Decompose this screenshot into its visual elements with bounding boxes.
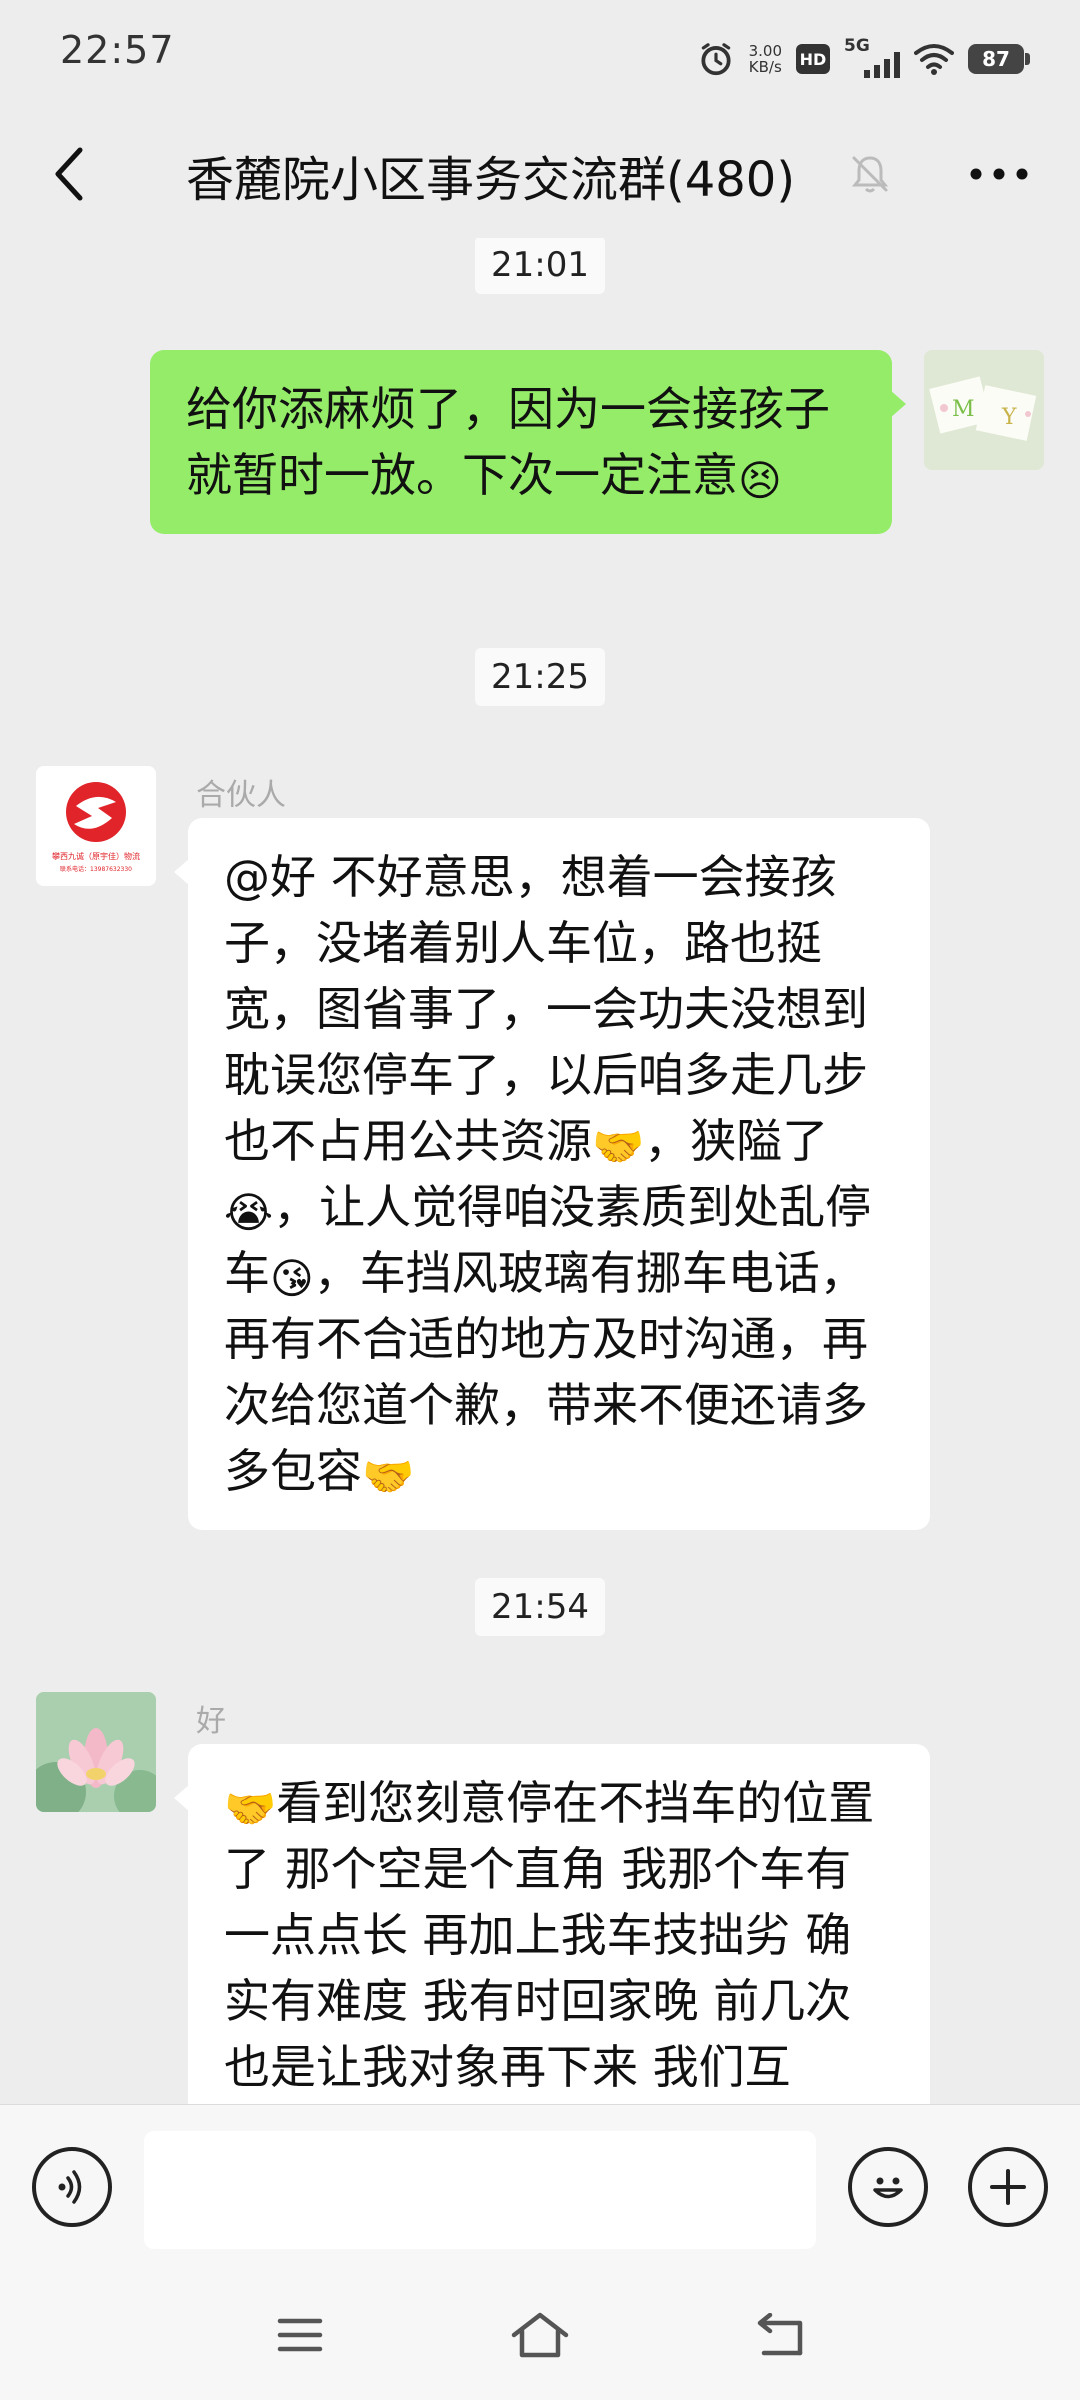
battery-level: 87 xyxy=(982,47,1010,71)
my-avatar-image: M Y xyxy=(924,350,1044,470)
cell-signal-icon: 5G xyxy=(844,36,900,78)
voice-icon xyxy=(58,2170,82,2204)
svg-text:M: M xyxy=(952,397,975,422)
timestamp: 21:54 xyxy=(475,1578,605,1636)
more-icon xyxy=(970,168,1028,180)
hd-badge: HD xyxy=(796,44,830,74)
net-speed-unit: KB/s xyxy=(748,58,782,76)
alarm-icon xyxy=(701,43,731,76)
system-nav-bar xyxy=(0,2274,1080,2400)
sender-avatar-partner[interactable]: 攀西九诚（原宇佳）物流 联系电话：13987632330 xyxy=(36,766,156,886)
incoming-message-bubble[interactable]: 🤝看到您刻意停在不挡车的位置了 那个空是个直角 我那个车有一点点长 再加上我车技… xyxy=(174,1744,930,2104)
handshake-emoji: 🤝 xyxy=(592,1122,645,1171)
plus-icon xyxy=(990,2169,1026,2205)
emoji-icon xyxy=(873,2177,903,2199)
menu-icon xyxy=(277,2318,323,2352)
sender-name: 合伙人 xyxy=(196,778,286,813)
net-speed-value: 3.00 xyxy=(748,42,782,60)
handshake-emoji: 🤝 xyxy=(362,1452,415,1501)
handshake-emoji: 🤝 xyxy=(224,1784,277,1833)
message-text: ，狭隘了 xyxy=(644,1114,829,1168)
avatar-logo-subtext: 联系电话：13987632330 xyxy=(60,866,132,873)
voice-button[interactable] xyxy=(32,2147,112,2227)
message-input[interactable] xyxy=(144,2131,816,2249)
sender-name: 好 xyxy=(196,1704,226,1739)
back-nav-button[interactable] xyxy=(740,2300,820,2370)
status-bar: 22:57 3.00 KB/s HD 5G 87 xyxy=(0,0,1080,110)
net-speed: 3.00 KB/s xyxy=(749,43,782,75)
my-avatar[interactable]: M Y xyxy=(924,350,1044,470)
back-icon xyxy=(55,147,83,201)
chat-header: 香麓院小区事务交流群(480) xyxy=(0,110,1080,238)
add-button[interactable] xyxy=(968,2147,1048,2227)
message-text: 给你添麻烦了，因为一会接孩子就暂时一放。下次一定注意 xyxy=(186,382,830,502)
message-text: ，车挡风玻璃有挪车电话，再有不合适的地方及时沟通，再次给您道个歉，带来不便还请多… xyxy=(224,1246,868,1498)
more-button[interactable] xyxy=(954,134,1044,214)
kissing-face-emoji: 😘 xyxy=(270,1254,314,1303)
svg-text:Y: Y xyxy=(1001,405,1017,430)
chat-title: 香麓院小区事务交流群(480) xyxy=(186,152,796,208)
timestamp: 21:01 xyxy=(475,238,605,294)
input-bar xyxy=(0,2104,1080,2274)
emoji-button[interactable] xyxy=(848,2147,928,2227)
persevering-face-emoji: 😣 xyxy=(738,456,782,505)
menu-button[interactable] xyxy=(260,2300,340,2370)
crying-face-emoji: 😭 xyxy=(224,1188,274,1237)
mute-bell-icon xyxy=(851,156,889,193)
battery-icon: 87 xyxy=(968,44,1030,74)
avatar-logo-text: 攀西九诚（原宇佳）物流 xyxy=(52,852,140,861)
message-text: 看到您刻意停在不挡车的位置了 那个空是个直角 我那个车有一点点长 再加上我车技拙… xyxy=(224,1776,875,2094)
message-list[interactable]: 21:01 M Y 给你添麻烦了，因为一会接孩子就暂时一放。下次一定注意😣 21… xyxy=(0,238,1080,2104)
status-icons: 3.00 KB/s HD 5G 87 xyxy=(697,36,1030,82)
wifi-icon xyxy=(914,44,954,75)
incoming-message-bubble[interactable]: @好 不好意思，想着一会接孩子，没堵着别人车位，路也挺宽，图省事了，一会功夫没想… xyxy=(174,818,930,1530)
status-time: 22:57 xyxy=(60,28,175,72)
timestamp: 21:25 xyxy=(475,648,605,706)
back-gesture-icon xyxy=(757,2313,803,2356)
sender-avatar-hao[interactable] xyxy=(36,1692,156,1812)
home-button[interactable] xyxy=(500,2300,580,2370)
outgoing-message-bubble[interactable]: 给你添麻烦了，因为一会接孩子就暂时一放。下次一定注意😣 xyxy=(150,350,906,534)
lotus-avatar-image xyxy=(36,1692,156,1812)
home-icon xyxy=(511,2312,569,2358)
back-button[interactable] xyxy=(30,134,110,214)
